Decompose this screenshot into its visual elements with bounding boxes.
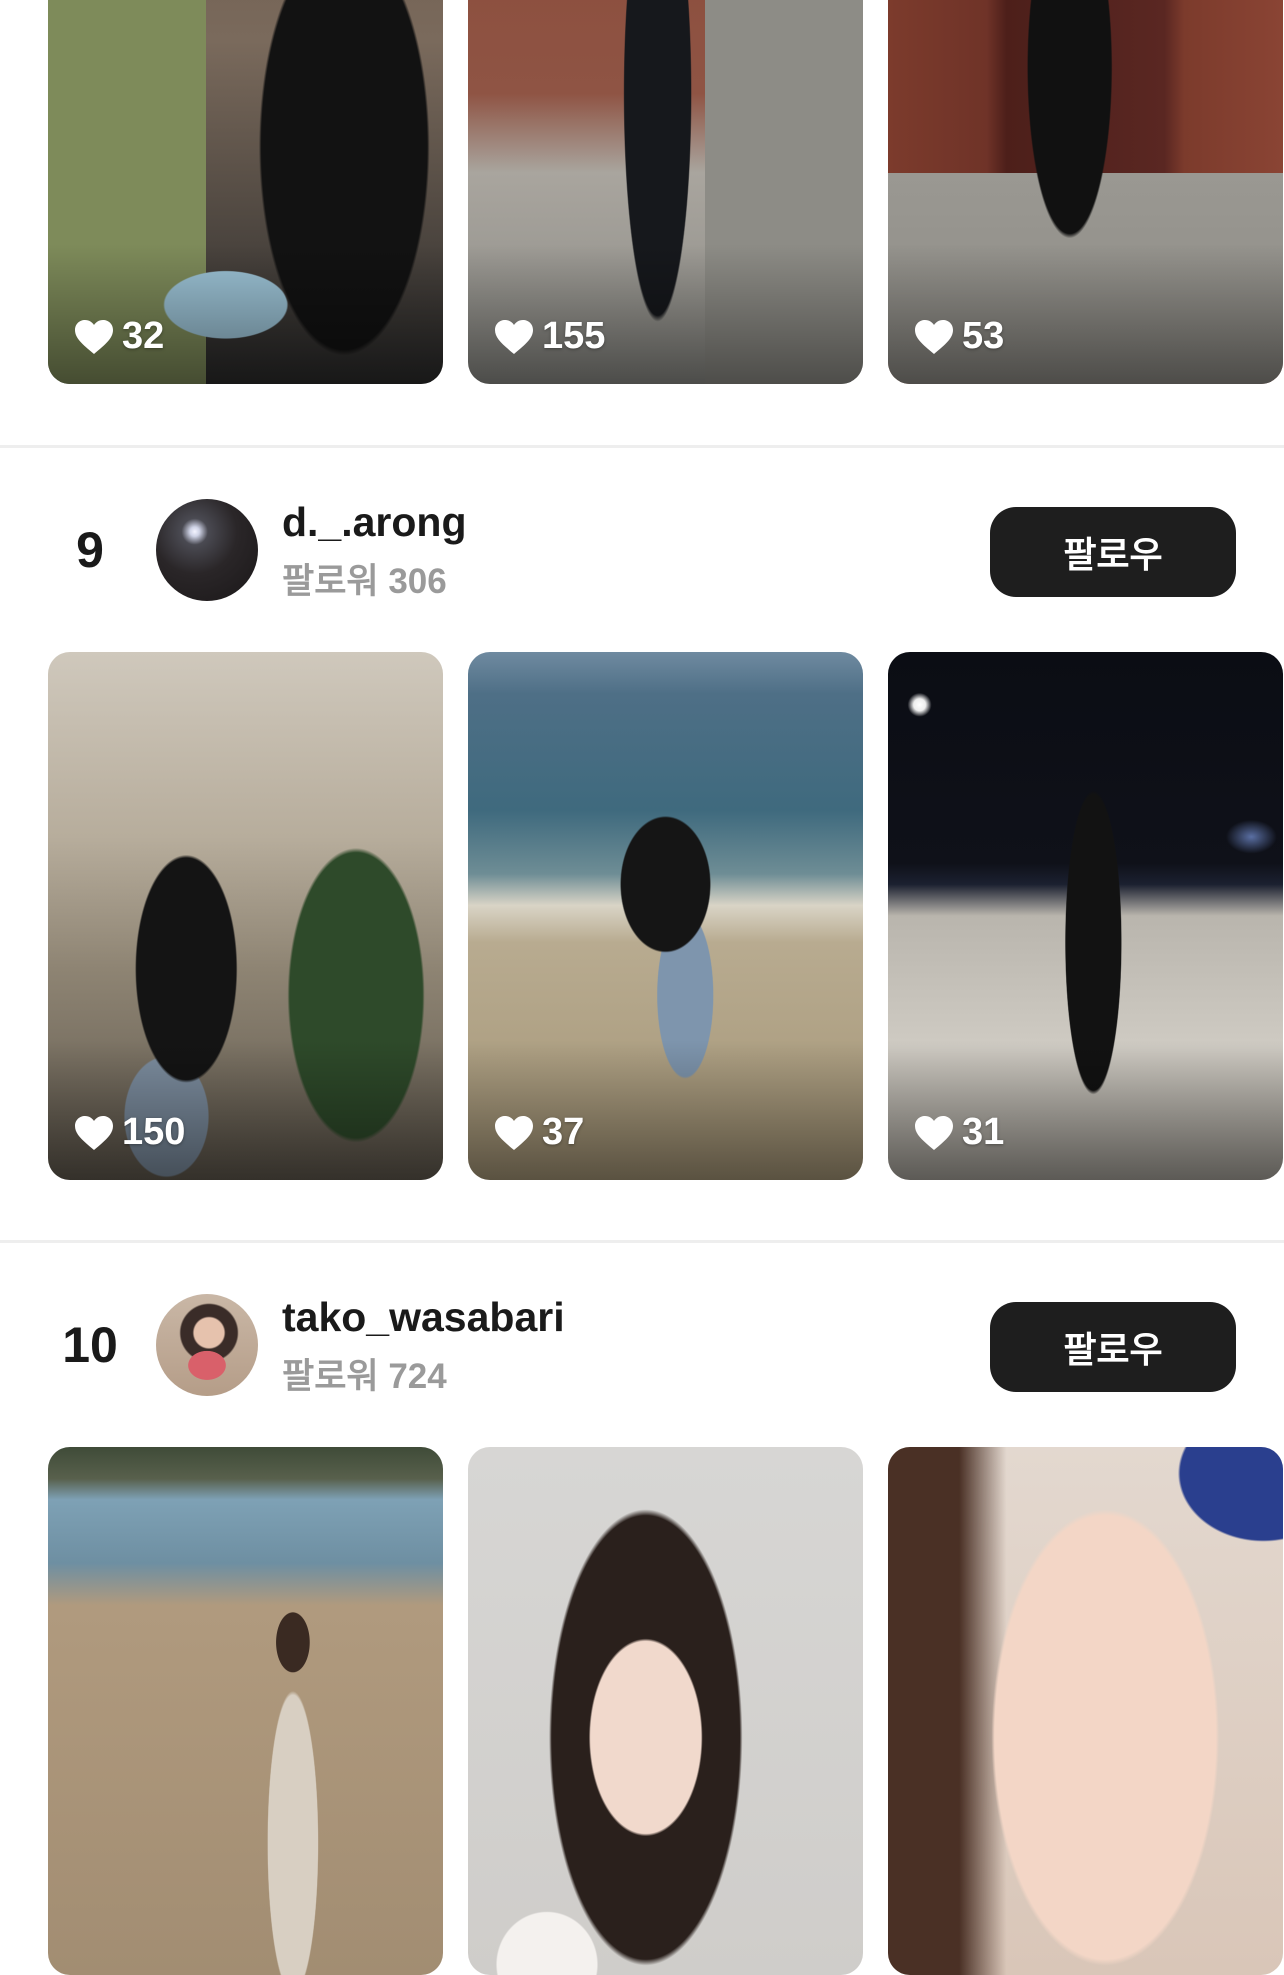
user-row[interactable]: 10 tako_wasabari 팔로워 724 팔로우 xyxy=(0,1290,1284,1400)
username[interactable]: d._.arong xyxy=(282,499,467,546)
post-thumbnail[interactable] xyxy=(468,1447,863,1975)
post-thumbnail[interactable]: 53 xyxy=(888,0,1283,384)
like-count: 53 xyxy=(914,315,1004,358)
like-count: 37 xyxy=(494,1111,584,1154)
like-count-value: 31 xyxy=(962,1111,1005,1153)
post-thumbnail[interactable]: 150 xyxy=(48,652,443,1180)
heart-icon xyxy=(75,1115,113,1150)
avatar[interactable] xyxy=(156,1294,258,1396)
section-divider xyxy=(0,445,1284,448)
post-thumbnail[interactable]: 37 xyxy=(468,652,863,1180)
post-thumbnail[interactable]: 31 xyxy=(888,652,1283,1180)
section-divider xyxy=(0,1240,1284,1243)
like-count-value: 37 xyxy=(542,1111,585,1153)
follow-button[interactable]: 팔로우 xyxy=(990,507,1236,597)
post-grid xyxy=(0,1447,1284,1975)
heart-icon xyxy=(75,319,113,354)
like-count-value: 155 xyxy=(542,315,606,357)
follower-count: 팔로워 724 xyxy=(282,1357,447,1396)
username[interactable]: tako_wasabari xyxy=(282,1294,565,1341)
post-thumbnail[interactable] xyxy=(48,1447,443,1975)
follower-count: 팔로워 306 xyxy=(282,562,447,601)
heart-icon xyxy=(495,319,533,354)
user-row[interactable]: 9 d._.arong 팔로워 306 팔로우 xyxy=(0,495,1284,605)
heart-icon xyxy=(915,1115,953,1150)
follow-button[interactable]: 팔로우 xyxy=(990,1302,1236,1392)
like-count: 31 xyxy=(914,1111,1004,1154)
like-count: 32 xyxy=(74,315,164,358)
rank-number: 10 xyxy=(62,1317,118,1373)
heart-icon xyxy=(915,319,953,354)
like-count-value: 150 xyxy=(122,1111,186,1153)
like-count: 155 xyxy=(494,315,605,358)
post-thumbnail[interactable]: 32 xyxy=(48,0,443,384)
post-thumbnail[interactable]: 155 xyxy=(468,0,863,384)
avatar[interactable] xyxy=(156,499,258,601)
like-count: 150 xyxy=(74,1111,185,1154)
rank-number: 9 xyxy=(76,522,104,578)
like-count-value: 53 xyxy=(962,315,1005,357)
heart-icon xyxy=(495,1115,533,1150)
post-grid: 150 37 31 xyxy=(0,652,1284,1180)
post-thumbnail[interactable] xyxy=(888,1447,1283,1975)
like-count-value: 32 xyxy=(122,315,165,357)
post-grid-previous: 32 155 53 xyxy=(0,0,1284,384)
